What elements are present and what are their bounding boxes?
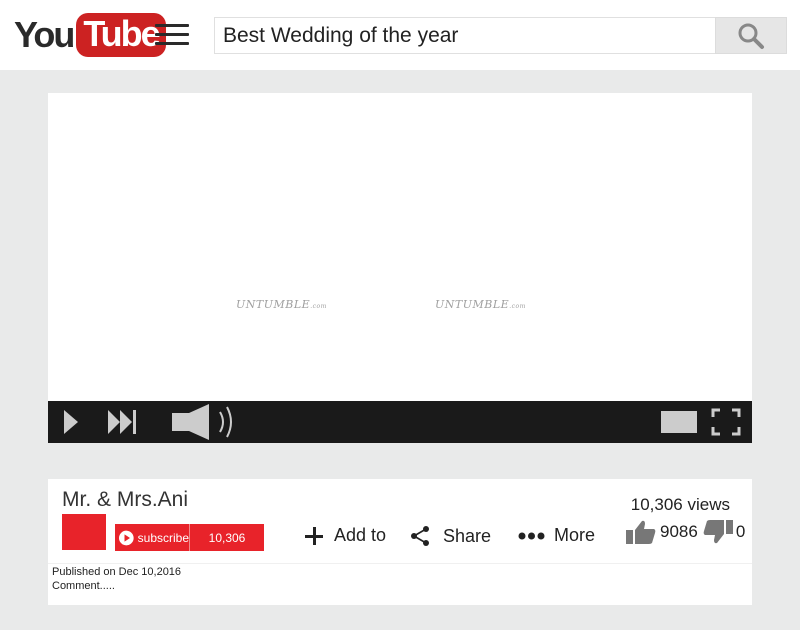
add-to-button[interactable]: Add to <box>304 525 386 546</box>
divider <box>48 563 752 564</box>
share-label: Share <box>443 525 492 546</box>
publish-date: Published on Dec 10,2016 <box>52 566 182 578</box>
like-count: 9086 <box>660 522 698 541</box>
likes-bar: 9086 0 <box>626 519 745 545</box>
channel-avatar[interactable] <box>62 514 106 550</box>
logo-you-text: You <box>14 13 75 55</box>
volume-icon <box>172 404 232 440</box>
comment-text[interactable]: Comment..... <box>52 580 115 592</box>
next-button[interactable] <box>107 401 137 443</box>
search-input[interactable] <box>214 17 716 54</box>
dislike-count: 0 <box>735 522 746 541</box>
play-button[interactable] <box>63 401 79 443</box>
search-button[interactable] <box>715 17 787 54</box>
channel-name[interactable]: Mr. & Mrs.Ani <box>62 488 188 512</box>
theater-mode-button[interactable] <box>661 401 697 443</box>
search-icon <box>738 23 764 49</box>
add-to-label: Add to <box>334 525 387 545</box>
video-info-panel: Mr. & Mrs.Ani subscribe 10,306 Add to Sh… <box>48 479 752 605</box>
fullscreen-button[interactable] <box>711 401 741 443</box>
next-icon <box>108 410 136 434</box>
hamburger-menu-icon[interactable] <box>155 24 189 46</box>
top-bar: You Tube <box>0 0 800 70</box>
share-icon <box>411 526 429 546</box>
watermark: UNTUMBLE.com <box>236 298 327 311</box>
logo-tube-text: Tube <box>76 12 166 57</box>
play-circle-icon <box>119 530 134 545</box>
fullscreen-icon <box>711 408 741 436</box>
more-dots-icon <box>518 532 545 539</box>
theater-mode-icon <box>661 411 697 433</box>
thumbs-down-icon[interactable] <box>703 519 733 545</box>
subscribe-label: subscribe <box>137 530 189 545</box>
video-player[interactable]: UNTUMBLE.com UNTUMBLE.com <box>48 93 752 443</box>
subscriber-count: 10,306 <box>208 530 246 545</box>
plus-icon <box>305 526 323 545</box>
youtube-logo[interactable]: You Tube <box>14 12 166 57</box>
play-icon <box>64 410 78 434</box>
more-label: More <box>554 525 596 545</box>
player-controls <box>48 401 752 443</box>
thumbs-up-icon[interactable] <box>626 519 656 545</box>
watermark: UNTUMBLE.com <box>435 298 526 311</box>
share-button[interactable]: Share <box>410 525 491 547</box>
view-count: 10,306 views <box>630 495 730 514</box>
more-button[interactable]: More <box>518 525 595 546</box>
subscribe-button[interactable]: subscribe 10,306 <box>115 524 264 551</box>
volume-button[interactable] <box>171 401 237 443</box>
